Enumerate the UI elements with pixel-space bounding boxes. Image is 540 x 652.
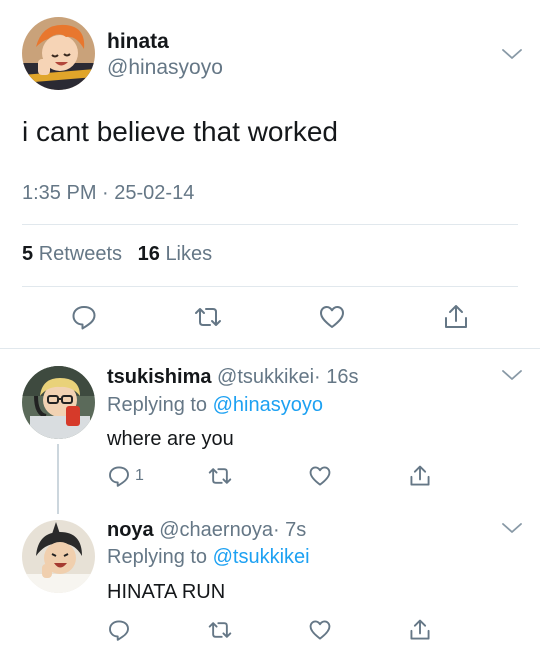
reply-header: tsukishima @tsukkikei· 16s — [107, 366, 359, 389]
reply-actions: 1 — [0, 462, 540, 490]
reply-text: HINATA RUN — [107, 581, 226, 603]
author-handle[interactable]: @tsukkikei — [217, 366, 314, 388]
author-name[interactable]: tsukishima — [107, 366, 211, 388]
author-name[interactable]: noya — [107, 519, 154, 541]
share-button[interactable] — [442, 303, 470, 331]
reply-count: 1 — [135, 467, 144, 484]
time-ago[interactable]: · 16s — [314, 366, 358, 388]
like-button[interactable] — [318, 303, 346, 331]
tweet-stats: 5 Retweets 16 Likes — [22, 243, 212, 266]
reply-icon — [72, 306, 96, 330]
retweet-button[interactable] — [193, 303, 223, 331]
like-button[interactable] — [308, 616, 332, 644]
retweet-button[interactable] — [207, 462, 233, 490]
like-icon — [309, 466, 331, 486]
chevron-down-icon[interactable] — [500, 516, 524, 540]
share-icon — [410, 465, 430, 486]
replying-to-handle[interactable]: @hinasyoyo — [213, 394, 323, 416]
replying-prefix: Replying to — [107, 546, 208, 568]
retweet-icon — [208, 468, 232, 484]
tweet-text: i cant believe that worked — [22, 116, 338, 147]
reply-header: noya @chaernoya· 7s — [107, 519, 306, 542]
noya-avatar[interactable] — [22, 520, 95, 593]
like-button[interactable] — [308, 462, 332, 490]
chevron-down-icon[interactable] — [500, 42, 524, 66]
author-name[interactable]: hinata — [107, 30, 169, 54]
share-icon — [445, 305, 467, 328]
reply-icon — [109, 466, 129, 487]
replying-to: Replying to @hinasyoyo — [107, 394, 323, 417]
share-button[interactable] — [408, 616, 432, 644]
tweet-actions — [0, 303, 540, 331]
like-icon — [309, 620, 331, 640]
author-handle[interactable]: @chaernoya — [159, 519, 273, 541]
tweet-timestamp[interactable]: 1:35 PM · 25-02-14 — [22, 182, 194, 205]
retweet-icon — [195, 308, 221, 326]
reply-text: where are you — [107, 428, 234, 450]
chevron-down-icon[interactable] — [500, 363, 524, 387]
likes-label[interactable]: Likes — [165, 243, 212, 265]
reply-button[interactable] — [70, 303, 98, 331]
retweet-icon — [208, 622, 232, 638]
retweet-button[interactable] — [207, 616, 233, 644]
time-ago[interactable]: · 7s — [273, 519, 306, 541]
share-icon — [410, 619, 430, 640]
replying-to-handle[interactable]: @tsukkikei — [213, 546, 310, 568]
likes-count[interactable]: 16 — [138, 243, 160, 265]
divider — [0, 348, 540, 349]
author-handle[interactable]: @hinasyoyo — [107, 56, 223, 80]
divider — [22, 224, 518, 225]
retweets-label[interactable]: Retweets — [39, 243, 122, 265]
reply-icon — [109, 620, 129, 641]
reply-actions — [0, 616, 540, 644]
like-icon — [320, 306, 344, 328]
share-button[interactable] — [408, 462, 432, 490]
divider — [22, 286, 518, 287]
hinata-avatar[interactable] — [22, 17, 95, 90]
replying-prefix: Replying to — [107, 394, 208, 416]
retweets-count[interactable]: 5 — [22, 243, 33, 265]
replying-to: Replying to @tsukkikei — [107, 546, 310, 569]
reply-button[interactable] — [107, 616, 135, 644]
reply-button[interactable]: 1 — [107, 462, 144, 490]
tsukishima-avatar[interactable] — [22, 366, 95, 439]
